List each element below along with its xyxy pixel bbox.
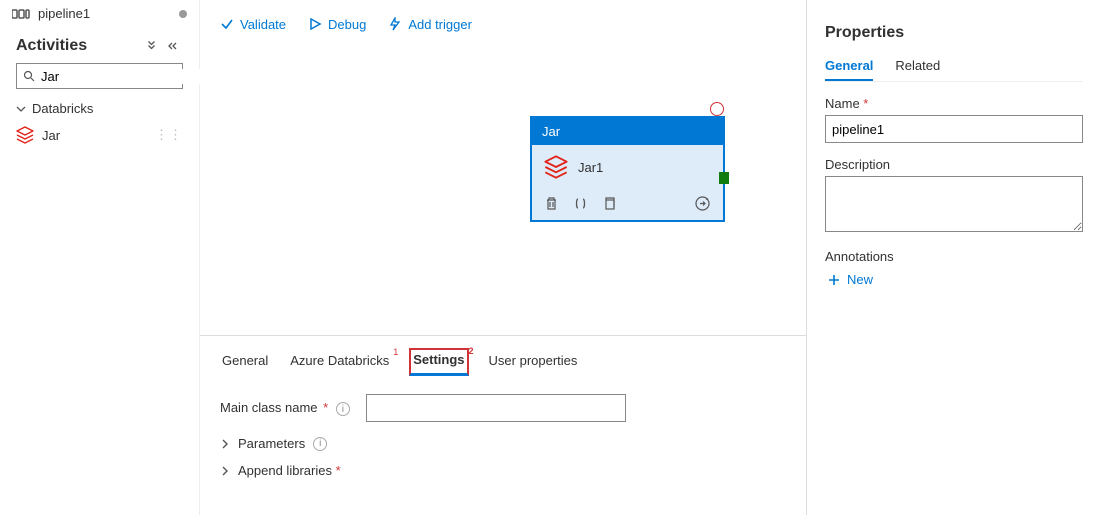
properties-title: Properties (825, 24, 1083, 42)
validation-error-icon (710, 102, 724, 116)
tab-settings[interactable]: Settings 2 (409, 348, 468, 376)
editor-tab[interactable]: pipeline1 (0, 0, 199, 27)
debug-button[interactable]: Debug (308, 17, 366, 32)
activity-group-header[interactable]: Databricks (0, 97, 199, 120)
activity-item-jar[interactable]: Jar ⋮⋮ (0, 120, 199, 150)
main-class-label: Main class name * i (220, 400, 350, 417)
info-icon[interactable]: i (313, 437, 327, 451)
delete-icon[interactable] (544, 196, 559, 211)
pipeline-icon (12, 7, 30, 21)
success-connector[interactable] (719, 172, 729, 184)
add-output-icon[interactable] (694, 195, 711, 212)
unsaved-dot-icon (179, 10, 187, 18)
chevrons-down-icon[interactable] (143, 40, 163, 52)
prop-description-input[interactable] (825, 176, 1083, 232)
prop-description-label: Description (825, 157, 1083, 172)
activities-search[interactable] (16, 63, 183, 89)
drag-handle-icon[interactable]: ⋮⋮ (155, 127, 183, 143)
tab-general[interactable]: General (220, 351, 270, 374)
prop-tab-related[interactable]: Related (895, 52, 940, 81)
properties-panel: Properties General Related Name * Descri… (806, 0, 1101, 515)
collapse-panel-icon[interactable] (163, 40, 183, 52)
activities-heading: Activities (0, 27, 199, 63)
tab-badge: 2 (469, 346, 474, 356)
tab-badge: 1 (393, 347, 398, 357)
copy-icon[interactable] (602, 196, 617, 211)
tab-azure-databricks[interactable]: Azure Databricks 1 (288, 351, 391, 374)
node-name: Jar1 (578, 160, 603, 175)
tab-label: pipeline1 (38, 6, 90, 21)
validate-button[interactable]: Validate (220, 17, 286, 32)
group-label: Databricks (32, 101, 93, 116)
new-annotation-button[interactable]: New (825, 268, 1083, 291)
prop-name-label: Name * (825, 96, 1083, 111)
prop-annotations-label: Annotations (825, 249, 1083, 264)
search-icon (23, 70, 35, 82)
search-input[interactable] (41, 69, 217, 84)
node-type-label: Jar (532, 118, 723, 145)
prop-tab-general[interactable]: General (825, 52, 873, 81)
info-icon[interactable]: i (336, 402, 350, 416)
tab-user-properties[interactable]: User properties (487, 351, 580, 374)
activities-sidebar: pipeline1 Activities Databricks (0, 0, 200, 515)
prop-name-input[interactable] (825, 115, 1083, 143)
chevron-down-icon (16, 104, 26, 114)
activities-title: Activities (16, 37, 143, 55)
main-class-input[interactable] (366, 394, 626, 422)
activity-node[interactable]: Jar Jar1 (530, 116, 725, 222)
databricks-icon (16, 126, 34, 144)
add-trigger-button[interactable]: Add trigger (388, 17, 472, 32)
activity-label: Jar (42, 128, 60, 143)
code-icon[interactable] (573, 196, 588, 211)
databricks-icon (544, 155, 568, 179)
